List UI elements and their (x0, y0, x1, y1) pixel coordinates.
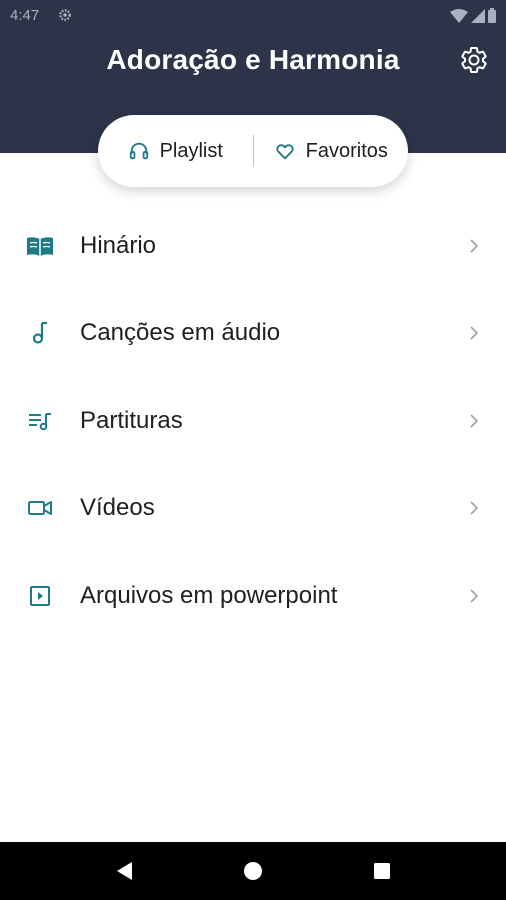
music-queue-icon (26, 407, 54, 435)
menu-item-powerpoint[interactable]: Arquivos em powerpoint (0, 552, 506, 640)
chevron-right-icon (470, 501, 479, 515)
book-icon (26, 232, 54, 260)
favorites-button[interactable]: Favoritos (254, 115, 409, 187)
settings-button[interactable] (458, 44, 490, 76)
menu-item-hinario[interactable]: Hinário (0, 202, 506, 290)
system-nav-bar (0, 842, 506, 900)
menu-item-label: Vídeos (80, 494, 155, 522)
status-bar: 4:47 (0, 0, 506, 32)
home-button[interactable] (240, 858, 266, 884)
playlist-button[interactable]: Playlist (98, 115, 253, 187)
menu-item-label: Arquivos em powerpoint (80, 581, 338, 609)
signal-icon (471, 9, 485, 23)
battery-icon (488, 8, 496, 23)
menu-item-partituras[interactable]: Partituras (0, 377, 506, 465)
music-note-icon (26, 319, 54, 347)
wifi-icon (450, 9, 468, 23)
chevron-right-icon (470, 589, 479, 603)
page-title: Adoração e Harmonia (106, 44, 400, 75)
status-icons (450, 8, 496, 23)
menu-item-videos[interactable]: Vídeos (0, 465, 506, 553)
tab-selector: Playlist Favoritos (98, 115, 408, 187)
menu-item-label: Partituras (80, 406, 183, 434)
settings-notification-icon (59, 9, 71, 21)
home-circle-icon (243, 862, 262, 880)
recents-button[interactable] (369, 858, 395, 884)
status-time: 4:47 (10, 7, 40, 24)
chevron-right-icon (470, 326, 479, 340)
headphones-icon (129, 142, 148, 160)
menu-item-label: Canções em áudio (80, 319, 281, 347)
heart-icon (276, 144, 294, 160)
video-camera-icon (26, 494, 54, 522)
chevron-right-icon (470, 414, 479, 428)
gear-icon (461, 47, 487, 73)
back-triangle-icon (117, 862, 133, 880)
slideshow-icon (26, 582, 54, 610)
menu-item-label: Hinário (80, 231, 157, 259)
recents-square-icon (373, 863, 390, 879)
main-menu: Hinário Canções em áudio Partituras Víde… (0, 202, 506, 640)
menu-item-audio[interactable]: Canções em áudio (0, 290, 506, 378)
back-button[interactable] (111, 858, 137, 884)
playlist-label: Playlist (159, 139, 223, 162)
chevron-right-icon (470, 239, 479, 253)
favorites-label: Favoritos (305, 139, 388, 162)
